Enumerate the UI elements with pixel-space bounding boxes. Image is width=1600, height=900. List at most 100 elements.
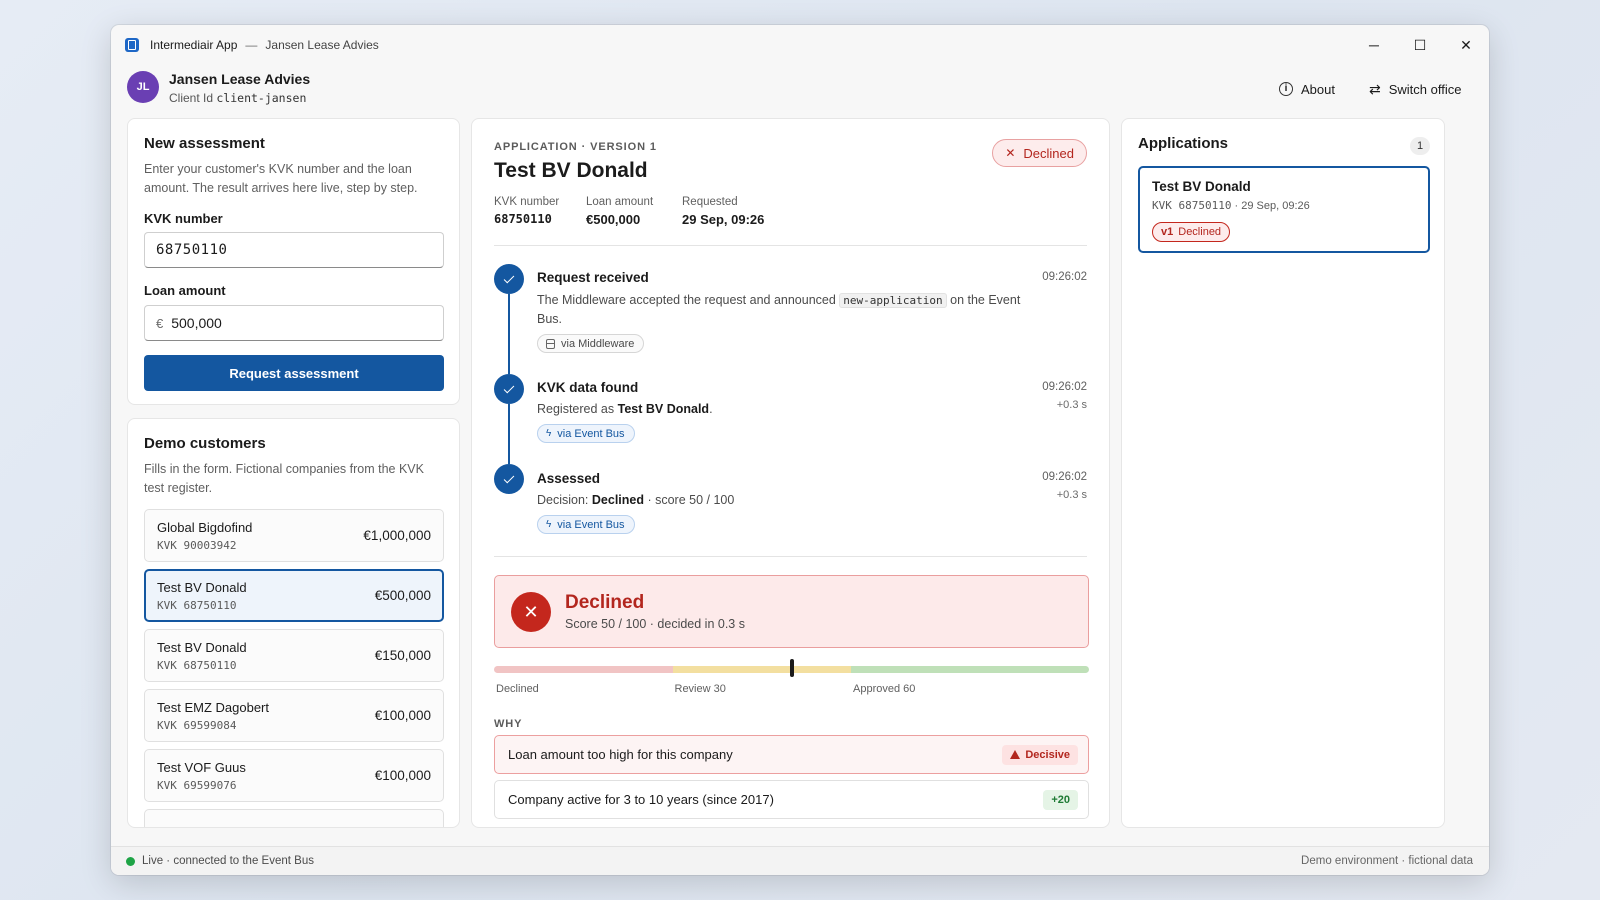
maximize-button[interactable]: ☐: [1397, 25, 1443, 65]
demo-customer-item[interactable]: Global Bigdofind KVK 90003942 €1,000,000: [144, 509, 444, 562]
demo-customer-amount: €1,000,000: [363, 528, 431, 543]
office-name: Jansen Lease Advies: [169, 71, 311, 87]
status-badge: ✕ Declined: [992, 139, 1087, 167]
demo-customer-item-selected[interactable]: Test BV Donald KVK 68750110 €500,000: [144, 569, 444, 622]
divider: [494, 556, 1087, 557]
version-label: v1: [1161, 226, 1174, 238]
demo-customer-list: Global Bigdofind KVK 90003942 €1,000,000…: [144, 509, 444, 827]
step-body-bold: Declined: [591, 493, 644, 507]
declined-icon: ✕: [511, 592, 551, 632]
step-done-icon: [494, 374, 524, 404]
score-segment-review: [672, 666, 851, 673]
kvk-input[interactable]: 68750110: [144, 232, 444, 268]
demo-customer-kvk: KVK 69599076: [157, 779, 237, 792]
live-status-dot-icon: [126, 857, 135, 866]
minimize-button[interactable]: ─: [1351, 25, 1397, 65]
step-done-icon: [494, 264, 524, 294]
demo-customer-amount: €150,000: [374, 648, 431, 663]
step-body-text: .: [709, 402, 713, 416]
loan-amount-input[interactable]: € 500,000: [144, 305, 444, 341]
switch-office-label: Switch office: [1388, 81, 1462, 97]
demo-customer-kvk: KVK 69599084: [157, 719, 237, 732]
lightning-icon: ϟ: [546, 428, 552, 439]
step-body-text: · score 50 / 100: [644, 493, 735, 507]
about-label: About: [1301, 81, 1335, 97]
score-delta-badge: +20: [1043, 789, 1078, 810]
step-body-text: The Middleware accepted the request and …: [537, 293, 840, 307]
app-name: Intermediair App: [150, 38, 238, 52]
new-assessment-title: New assessment: [144, 135, 265, 152]
environment-label: Demo environment · fictional data: [1301, 855, 1473, 867]
application-item-status-badge: v1 Declined: [1152, 222, 1231, 242]
switch-office-button[interactable]: ⇄ Switch office: [1369, 77, 1461, 101]
warning-icon: [1010, 750, 1021, 759]
demo-customers-title: Demo customers: [144, 435, 266, 452]
step-body-bold: Test BV Donald: [617, 402, 710, 416]
reason-row: Company active for 3 to 10 years (since …: [494, 780, 1089, 819]
meta-requested-label: Requested: [682, 196, 738, 208]
app-window: Intermediair App — Jansen Lease Advies ─ ☐…: [111, 25, 1489, 875]
demo-customer-item[interactable]: Test BV Donald KVK 68750110 €150,000: [144, 629, 444, 682]
application-detail-card: APPLICATION · VERSION 1 Test BV Donald ✕…: [471, 118, 1110, 828]
application-item-name: Test BV Donald: [1152, 179, 1251, 194]
demo-customer-kvk: KVK 68750110: [157, 659, 237, 672]
about-button[interactable]: i About: [1279, 77, 1335, 101]
via-event-bus-chip: ϟ via Event Bus: [537, 515, 635, 534]
decision-title: Declined: [565, 592, 645, 613]
close-window-button[interactable]: ✕: [1443, 25, 1489, 65]
new-assessment-card: New assessment Enter your customer's KVK…: [127, 118, 460, 405]
applications-title: Applications: [1138, 135, 1229, 152]
connection-status: Live · connected to the Event Bus: [142, 855, 314, 867]
close-icon: ✕: [1460, 36, 1472, 53]
maximize-icon: ☐: [1413, 36, 1427, 53]
application-item-sep: ·: [1231, 200, 1242, 212]
loan-amount-label: Loan amount: [144, 283, 226, 298]
title-bar: Intermediair App — Jansen Lease Advies ─ ☐…: [111, 25, 1489, 65]
demo-customer-amount: €100,000: [374, 708, 431, 723]
demo-customer-item-partial[interactable]: [144, 809, 444, 827]
demo-customer-name: Test EMZ Dagobert: [157, 700, 269, 715]
meta-kvk-label: KVK number: [494, 196, 560, 208]
decision-subtitle: Score 50 / 100 · decided in 0.3 s: [565, 617, 745, 631]
applications-card: Applications 1 Test BV Donald KVK 687501…: [1121, 118, 1445, 828]
demo-customer-item[interactable]: Test VOF Guus KVK 69599076 €100,000: [144, 749, 444, 802]
step-assessed-delta: +0.3 s: [1056, 489, 1087, 501]
score-segment-approved: [851, 666, 1089, 673]
client-id: Client Id client-jansen: [169, 91, 306, 105]
step-request-received-body: The Middleware accepted the request and …: [537, 291, 1037, 329]
application-title: Test BV Donald: [494, 159, 648, 182]
demo-customer-name: Test VOF Guus: [157, 760, 246, 775]
application-item-meta: KVK 68750110 · 29 Sep, 09:26: [1152, 199, 1310, 212]
demo-customer-amount: €500,000: [374, 588, 431, 603]
status-bar: Live · connected to the Event Bus Demo e…: [111, 846, 1489, 875]
why-heading: WHY: [494, 718, 523, 730]
demo-customers-card: Demo customers Fills in the form. Fictio…: [127, 418, 460, 828]
minimize-icon: ─: [1369, 37, 1379, 53]
step-request-received-time: 09:26:02: [1042, 271, 1087, 283]
new-assessment-description: Enter your customer's KVK number and the…: [144, 162, 418, 195]
timeline-connector: [508, 294, 510, 374]
step-kvk-found-delta: +0.3 s: [1056, 399, 1087, 411]
request-assessment-button[interactable]: Request assessment: [144, 355, 444, 391]
application-list-item[interactable]: Test BV Donald KVK 68750110 · 29 Sep, 09…: [1138, 166, 1430, 253]
reason-text: Company active for 3 to 10 years (since …: [508, 792, 774, 807]
application-item-kvk: KVK 68750110: [1152, 199, 1232, 212]
meta-loan-value: €500,000: [586, 212, 641, 227]
meta-kvk-value: 68750110: [494, 212, 552, 226]
step-kvk-found-time: 09:26:02: [1042, 381, 1087, 393]
close-icon: ✕: [1005, 146, 1016, 160]
application-version-label: APPLICATION · VERSION 1: [494, 141, 657, 153]
score-label-declined: Declined: [496, 683, 539, 695]
kvk-label: KVK number: [144, 211, 223, 226]
title-separator: —: [245, 38, 258, 52]
lightning-icon: ϟ: [546, 519, 552, 530]
switch-icon: ⇄: [1369, 80, 1381, 97]
step-done-icon: [494, 464, 524, 494]
meta-requested-value: 29 Sep, 09:26: [682, 212, 765, 227]
application-item-date: 29 Sep, 09:26: [1241, 200, 1310, 212]
euro-icon: €: [156, 315, 164, 331]
via-event-bus-label: via Event Bus: [557, 518, 625, 531]
window-title: Intermediair App — Jansen Lease Advies: [150, 38, 379, 52]
demo-customers-description: Fills in the form. Fictional companies f…: [144, 462, 424, 495]
demo-customer-item[interactable]: Test EMZ Dagobert KVK 69599084 €100,000: [144, 689, 444, 742]
